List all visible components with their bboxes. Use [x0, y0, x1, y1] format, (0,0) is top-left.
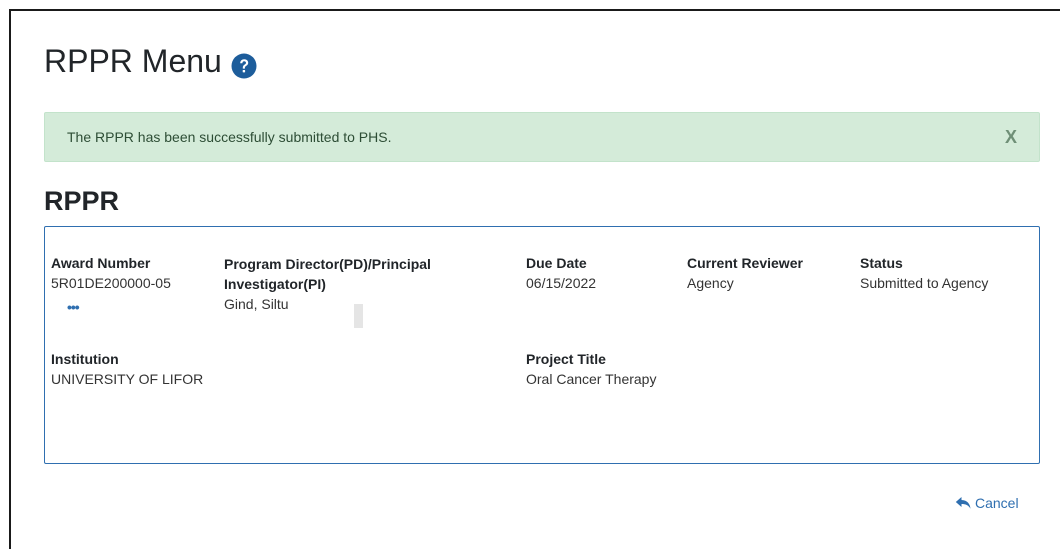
pi-placeholder-bar	[354, 304, 363, 328]
award-actions-more-button[interactable]: •••	[67, 299, 80, 315]
reply-icon	[955, 497, 971, 509]
due-date-label: Due Date	[526, 255, 587, 271]
cancel-label: Cancel	[975, 495, 1019, 511]
due-date-field: Due Date 06/15/2022	[526, 253, 596, 293]
pi-label-line1: Program Director(PD)/Principal	[224, 256, 431, 272]
status-label: Status	[860, 255, 903, 271]
pi-field: Program Director(PD)/Principal Investiga…	[224, 254, 431, 314]
project-title-field: Project Title Oral Cancer Therapy	[526, 349, 656, 389]
page-title-text: RPPR Menu	[44, 43, 222, 79]
institution-label: Institution	[51, 351, 119, 367]
alert-close-button[interactable]: X	[1005, 127, 1017, 148]
current-reviewer-field: Current Reviewer Agency	[687, 253, 803, 293]
award-number-label: Award Number	[51, 255, 151, 271]
cancel-link[interactable]: Cancel	[955, 495, 1019, 511]
status-value: Submitted to Agency	[860, 275, 989, 291]
question-circle-icon[interactable]	[231, 50, 257, 78]
pi-label-line2: Investigator(PI)	[224, 276, 326, 292]
award-number-field: Award Number 5R01DE200000-05	[51, 253, 171, 293]
award-number-value: 5R01DE200000-05	[51, 275, 171, 291]
institution-value: UNIVERSITY OF LIFOR	[51, 371, 204, 387]
project-title-value: Oral Cancer Therapy	[526, 371, 657, 387]
rppr-details-card: Award Number 5R01DE200000-05 ••• Due Dat…	[44, 226, 1040, 464]
section-title: RPPR	[44, 186, 120, 216]
status-field: Status Submitted to Agency	[860, 253, 988, 293]
project-title-label: Project Title	[526, 351, 606, 367]
due-date-value: 06/15/2022	[526, 275, 597, 291]
institution-field: Institution UNIVERSITY OF LIFOR	[51, 349, 203, 389]
alert-message: The RPPR has been successfully submitted…	[67, 129, 392, 145]
current-reviewer-value: Agency	[687, 275, 734, 291]
page-title: RPPR Menu	[44, 43, 257, 80]
success-alert: The RPPR has been successfully submitted…	[44, 112, 1040, 162]
current-reviewer-label: Current Reviewer	[687, 255, 803, 271]
pi-value: Gind, Siltu	[224, 296, 289, 312]
